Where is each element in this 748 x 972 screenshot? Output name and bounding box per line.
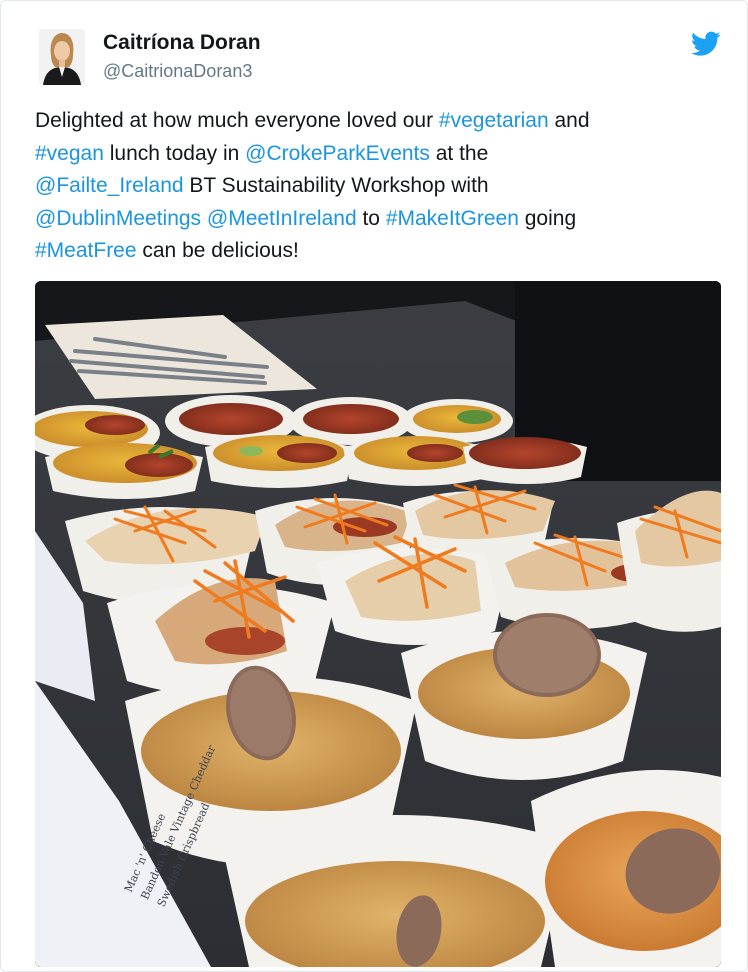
tweet-line: Delighted at how much everyone loved our… xyxy=(35,105,715,138)
hashtag-link[interactable]: #MeatFree xyxy=(35,239,137,262)
tweet-photo[interactable]: Mac 'n' Cheese Bandon Vale Vintage Chedd… xyxy=(35,281,721,967)
author-handle[interactable]: @CaitrionaDoran3 xyxy=(103,61,252,82)
hashtag-link[interactable]: #vegetarian xyxy=(439,109,549,132)
tweet-text-segment: lunch today in xyxy=(103,141,246,165)
food-photo: Mac 'n' Cheese Bandon Vale Vintage Chedd… xyxy=(35,281,721,967)
tweet-card: Caitríona Doran @CaitrionaDoran3 Delight… xyxy=(0,0,748,972)
tweet-line: @Failte_Ireland BT Sustainability Worksh… xyxy=(35,170,715,203)
tweet-line: @DublinMeetings @MeetInIreland to #MakeI… xyxy=(35,203,715,236)
tweet-text-segment: going xyxy=(518,206,577,230)
mention-link[interactable]: @Failte_Ireland xyxy=(35,174,184,197)
mention-link[interactable]: @CrokeParkEvents xyxy=(245,142,430,165)
tweet-line: #vegan lunch today in @CrokeParkEvents a… xyxy=(35,138,715,171)
tweet-text-segment: Delighted at how much everyone loved our xyxy=(35,109,439,132)
hashtag-link[interactable]: #vegan xyxy=(35,142,104,165)
tweet-text-segment: at the xyxy=(429,141,489,165)
author-name[interactable]: Caitríona Doran xyxy=(103,31,261,55)
tweet-text: Delighted at how much everyone loved our… xyxy=(35,105,715,268)
avatar[interactable] xyxy=(39,29,85,85)
avatar-image xyxy=(39,29,85,85)
twitter-bird-icon[interactable] xyxy=(691,31,721,57)
tweet-line: #MeatFree can be delicious! xyxy=(35,235,715,268)
tweet-text-segment: to xyxy=(356,206,386,230)
mention-link[interactable]: @DublinMeetings xyxy=(35,207,201,230)
tweet-text-segment: BT Sustainability Workshop with xyxy=(183,174,489,197)
tweet-text-segment: and xyxy=(548,109,590,132)
hashtag-link[interactable]: #MakeItGreen xyxy=(386,207,519,230)
mention-link[interactable]: @MeetInIreland xyxy=(207,207,357,230)
tweet-text-segment: can be delicious! xyxy=(136,239,299,262)
